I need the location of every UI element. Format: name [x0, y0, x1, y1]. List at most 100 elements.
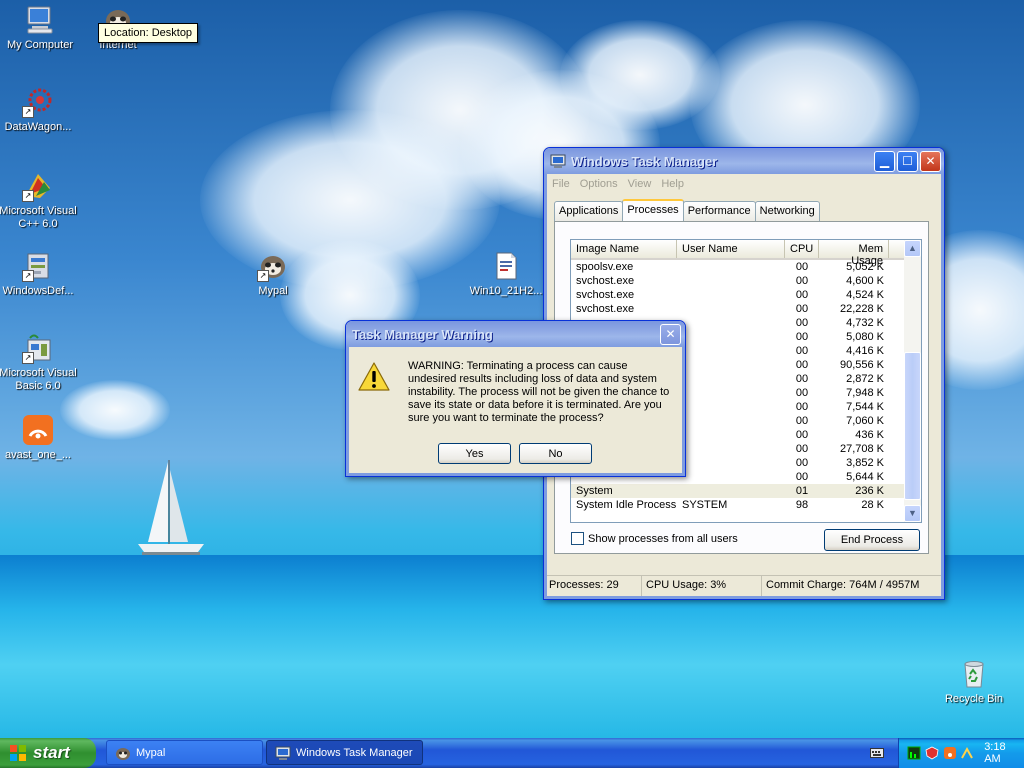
cell-image-name: svchost.exe: [576, 289, 635, 301]
cell-mem-usage: 22,228 K: [839, 303, 884, 315]
raccoon-browser-icon: [116, 747, 130, 760]
taskbar-item-label: Mypal: [136, 746, 166, 759]
desktop-icon-mypal[interactable]: ↗ Mypal: [233, 250, 313, 298]
tab-processes[interactable]: Processes: [622, 199, 684, 221]
minimize-icon: ▁: [879, 154, 890, 168]
desktop-icon-datawagon[interactable]: ↗ DataWagon...: [0, 86, 78, 134]
menu-options[interactable]: Options: [580, 178, 618, 190]
no-button[interactable]: No: [519, 443, 592, 464]
cell-mem-usage: 4,416 K: [846, 345, 884, 357]
column-mem-usage[interactable]: Mem Usage: [819, 240, 889, 267]
security-tray-icon[interactable]: [925, 746, 939, 760]
cell-mem-usage: 5,644 K: [846, 471, 884, 483]
visual-basic-icon: ↗: [22, 332, 54, 364]
column-image-name[interactable]: Image Name: [571, 240, 677, 258]
table-row[interactable]: svchost.exe 00 22,228 K: [571, 302, 921, 316]
tab-networking[interactable]: Networking: [754, 201, 820, 221]
shortcut-arrow-icon: ↗: [22, 190, 34, 202]
clock[interactable]: 3:18 AM: [984, 741, 1024, 765]
cell-user-name: [677, 288, 785, 302]
cell-cpu: 00: [795, 429, 809, 441]
table-row[interactable]: spoolsv.exe 00 5,052 K: [571, 260, 921, 274]
tab-applications[interactable]: Applications: [554, 201, 624, 221]
table-row[interactable]: System 01 236 K: [571, 484, 921, 498]
menu-view[interactable]: View: [628, 178, 652, 190]
warning-dialog: Task Manager Warning ✕ WARNING: Terminat…: [345, 320, 686, 477]
tab-strip: Applications Processes Performance Netwo…: [554, 199, 820, 221]
scroll-up-button[interactable]: ▲: [904, 240, 921, 257]
network-tray-icon[interactable]: [960, 746, 974, 760]
warning-titlebar[interactable]: Task Manager Warning ✕: [346, 321, 685, 347]
datawagon-icon: ↗: [22, 86, 54, 118]
warning-title: Task Manager Warning: [352, 326, 493, 342]
cell-image-name: spoolsv.exe: [576, 261, 634, 273]
desktop-icon-win10-iso[interactable]: Win10_21H2...: [466, 250, 546, 298]
desktop-icon-visual-cpp[interactable]: ↗ Microsoft Visual C++ 6.0: [0, 170, 78, 231]
cell-cpu: 00: [795, 303, 809, 315]
desktop-icon-label: Win10_21H2...: [469, 285, 543, 297]
cell-image-name: svchost.exe: [576, 275, 635, 287]
start-button[interactable]: start: [0, 738, 96, 768]
avast-tray-icon[interactable]: [943, 746, 957, 760]
document-icon: [490, 250, 522, 282]
shortcut-arrow-icon: ↗: [22, 106, 34, 118]
cell-mem-usage: 7,948 K: [846, 387, 884, 399]
status-cpu-usage: CPU Usage: 3%: [642, 576, 762, 596]
sailboat-image: [138, 460, 204, 555]
process-list-scrollbar[interactable]: ▲ ▼: [904, 240, 921, 522]
taskbar-item-mypal[interactable]: Mypal: [106, 740, 263, 765]
desktop-icon-windowsdefender[interactable]: ↗ WindowsDef...: [0, 250, 78, 298]
chevron-up-icon: ▲: [908, 243, 917, 253]
taskbar-item-task-manager[interactable]: Windows Task Manager: [266, 740, 423, 765]
shortcut-arrow-icon: ↗: [22, 270, 34, 282]
cell-user-name: [677, 428, 785, 442]
cell-user-name: [677, 358, 785, 372]
keyboard-icon[interactable]: [870, 747, 884, 759]
desktop-icon-visual-basic[interactable]: ↗ Microsoft Visual Basic 6.0: [0, 332, 78, 393]
cell-cpu: 00: [795, 345, 809, 357]
maximize-button[interactable]: ☐: [897, 151, 918, 172]
column-user-name[interactable]: User Name: [677, 240, 785, 258]
yes-button[interactable]: Yes: [438, 443, 511, 464]
cell-user-name: [677, 260, 785, 274]
checkbox-box[interactable]: [571, 532, 584, 545]
status-bar: Processes: 29 CPU Usage: 3% Commit Charg…: [547, 575, 941, 596]
desktop-icon-label: Microsoft Visual C++ 6.0: [0, 205, 77, 230]
cell-image-name: svchost.exe: [576, 303, 635, 315]
minimize-button[interactable]: ▁: [874, 151, 895, 172]
task-manager-tray-icon[interactable]: [907, 746, 921, 760]
tab-performance[interactable]: Performance: [682, 201, 756, 221]
scroll-thumb[interactable]: [904, 352, 921, 500]
warning-close-button[interactable]: ✕: [660, 324, 681, 345]
end-process-button[interactable]: End Process: [824, 529, 920, 551]
close-icon: ✕: [925, 154, 936, 168]
desktop-icon-recycle-bin[interactable]: Recycle Bin: [934, 658, 1014, 706]
close-button[interactable]: ✕: [920, 151, 941, 172]
cell-user-name: [677, 302, 785, 316]
cell-mem-usage: 28 K: [861, 499, 884, 511]
cell-cpu: 00: [795, 275, 809, 287]
menu-help[interactable]: Help: [661, 178, 684, 190]
cell-cpu: 00: [795, 443, 809, 455]
table-row[interactable]: svchost.exe 00 4,524 K: [571, 288, 921, 302]
show-all-processes-checkbox[interactable]: Show processes from all users: [571, 532, 738, 545]
desktop-icon-avast[interactable]: avast_one_...: [0, 414, 78, 462]
status-commit-charge: Commit Charge: 764M / 4957M: [766, 579, 920, 591]
table-row[interactable]: svchost.exe 00 4,600 K: [571, 274, 921, 288]
warning-icon: [358, 362, 390, 391]
menu-file[interactable]: File: [552, 178, 570, 190]
desktop-icon-my-computer[interactable]: My Computer: [0, 4, 80, 52]
cell-mem-usage: 2,872 K: [846, 373, 884, 385]
cell-user-name: [677, 386, 785, 400]
cell-cpu: 00: [795, 401, 809, 413]
column-cpu[interactable]: CPU: [785, 240, 819, 258]
recycle-bin-icon: [958, 658, 990, 690]
task-manager-titlebar[interactable]: Windows Task Manager ▁ ☐ ✕: [544, 148, 944, 174]
menu-bar: File Options View Help: [544, 174, 944, 194]
cell-mem-usage: 5,052 K: [846, 261, 884, 273]
close-icon: ✕: [665, 327, 676, 341]
start-label: start: [33, 743, 70, 762]
table-row[interactable]: System Idle Process SYSTEM 98 28 K: [571, 498, 921, 512]
cell-user-name: [677, 400, 785, 414]
scroll-down-button[interactable]: ▼: [904, 505, 921, 522]
